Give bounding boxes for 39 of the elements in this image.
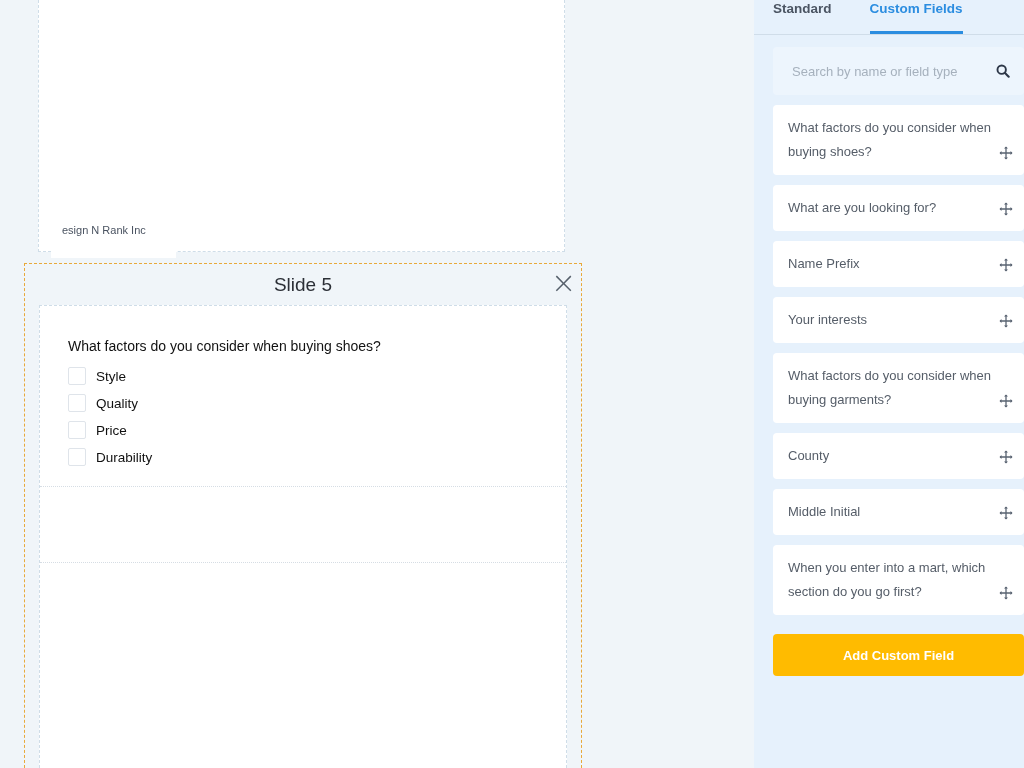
field-card[interactable]: Your interests xyxy=(773,297,1024,343)
field-label: What factors do you consider when buying shoes? xyxy=(788,119,993,161)
checkbox[interactable] xyxy=(68,367,86,385)
field-card[interactable]: What factors do you consider when buying garments? xyxy=(773,353,1024,423)
field-card[interactable]: County xyxy=(773,433,1024,479)
field-card[interactable]: When you enter into a mart, which section do you go first? xyxy=(773,545,1024,615)
footer-text: esign N Rank Inc xyxy=(62,224,146,236)
move-icon[interactable] xyxy=(999,450,1013,464)
slide-title: Slide 5 xyxy=(273,273,333,296)
checkbox[interactable] xyxy=(68,394,86,412)
tab[interactable]: Standard xyxy=(773,0,832,34)
field-label: When you enter into a mart, which section do you go first? xyxy=(788,559,987,601)
field-label: What are you looking for? xyxy=(788,199,938,217)
checkbox[interactable] xyxy=(68,421,86,439)
move-icon[interactable] xyxy=(999,506,1013,520)
field-label: Your interests xyxy=(788,311,868,329)
field-label: What factors do you consider when buying garments? xyxy=(788,367,993,409)
option-label: Price xyxy=(96,422,127,438)
field-label: Name Prefix xyxy=(788,255,861,273)
option-label: Durability xyxy=(96,449,153,465)
question-text: What factors do you consider when buying shoes? xyxy=(68,338,382,354)
search-icon xyxy=(996,64,1010,78)
option-label: Quality xyxy=(96,395,139,411)
move-icon[interactable] xyxy=(999,314,1013,328)
field-label: Middle Initial xyxy=(788,503,862,521)
move-icon[interactable] xyxy=(999,202,1013,216)
search-field[interactable]: Search by name or field type xyxy=(773,47,1024,95)
close-button[interactable]: × xyxy=(551,270,575,296)
field-card[interactable]: What factors do you consider when buying shoes? xyxy=(773,105,1024,175)
move-icon[interactable] xyxy=(999,394,1013,408)
option-label: Style xyxy=(96,368,126,384)
field-card[interactable]: Middle Initial xyxy=(773,489,1024,535)
move-icon[interactable] xyxy=(999,146,1013,160)
move-icon[interactable] xyxy=(999,586,1013,600)
move-icon[interactable] xyxy=(999,258,1013,272)
field-label: County xyxy=(788,447,831,465)
field-card[interactable]: What are you looking for? xyxy=(773,185,1024,231)
checkbox[interactable] xyxy=(68,448,86,466)
field-card[interactable]: Name Prefix xyxy=(773,241,1024,287)
